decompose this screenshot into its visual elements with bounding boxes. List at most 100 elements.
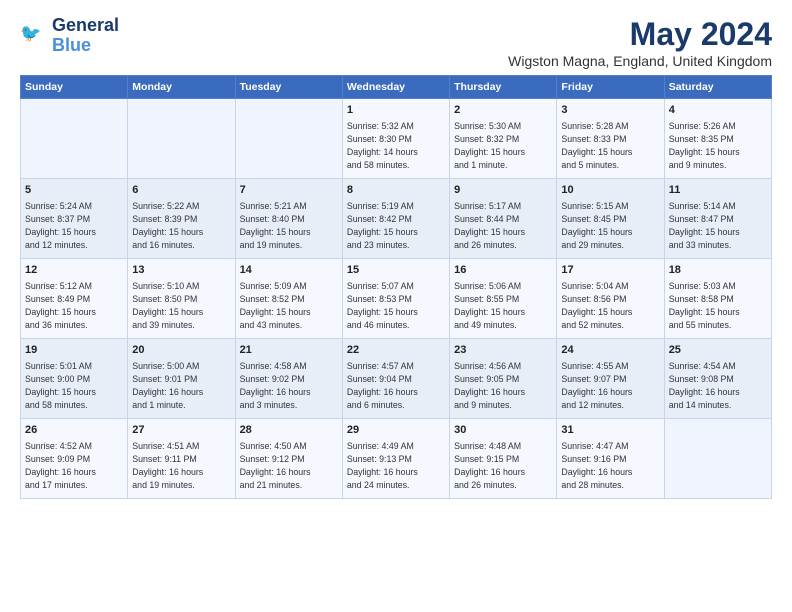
day-cell: [235, 99, 342, 179]
day-number: 23: [454, 343, 552, 358]
day-cell: 31 Sunrise: 4:47 AM Sunset: 9:16 PM Dayli…: [557, 419, 664, 499]
day-cell: 7 Sunrise: 5:21 AM Sunset: 8:40 PM Daylig…: [235, 179, 342, 259]
day-cell: 14Sunrise: 5:09 AM Sunset: 8:52 PM Dayli…: [235, 259, 342, 339]
day-cell: 17 Sunrise: 5:04 AM Sunset: 8:56 PM Dayli…: [557, 259, 664, 339]
col-friday: Friday: [557, 76, 664, 99]
header: 🐦 General Blue May 2024 Wigston Magna, E…: [20, 16, 772, 69]
day-cell: 4Sunrise: 5:26 AM Sunset: 8:35 PM Daylig…: [664, 99, 771, 179]
day-number: 12: [25, 263, 123, 278]
logo-bird-icon: 🐦: [20, 22, 48, 50]
week-row-2: 5Sunrise: 5:24 AM Sunset: 8:37 PM Daylig…: [21, 179, 772, 259]
day-info: Sunrise: 5:19 AM Sunset: 8:42 PM Dayligh…: [347, 200, 445, 251]
day-cell: [128, 99, 235, 179]
day-cell: [664, 419, 771, 499]
day-info: Sunrise: 5:00 AM Sunset: 9:01 PM Dayligh…: [132, 360, 230, 411]
day-number: 7: [240, 183, 338, 198]
col-monday: Monday: [128, 76, 235, 99]
col-tuesday: Tuesday: [235, 76, 342, 99]
day-info: Sunrise: 5:14 AM Sunset: 8:47 PM Dayligh…: [669, 200, 767, 251]
day-cell: 26 Sunrise: 4:52 AM Sunset: 9:09 PM Dayli…: [21, 419, 128, 499]
day-info: Sunrise: 4:51 AM Sunset: 9:11 PM Dayligh…: [132, 440, 230, 491]
logo-text: General Blue: [52, 16, 119, 56]
day-info: Sunrise: 5:04 AM Sunset: 8:56 PM Dayligh…: [561, 280, 659, 331]
col-sunday: Sunday: [21, 76, 128, 99]
day-info: Sunrise: 4:49 AM Sunset: 9:13 PM Dayligh…: [347, 440, 445, 491]
day-info: Sunrise: 5:12 AM Sunset: 8:49 PM Dayligh…: [25, 280, 123, 331]
week-row-4: 19 Sunrise: 5:01 AM Sunset: 9:00 PM Dayli…: [21, 339, 772, 419]
day-cell: 25Sunrise: 4:54 AM Sunset: 9:08 PM Dayli…: [664, 339, 771, 419]
day-number: 26: [25, 423, 123, 438]
day-info: Sunrise: 5:15 AM Sunset: 8:45 PM Dayligh…: [561, 200, 659, 251]
day-cell: 5Sunrise: 5:24 AM Sunset: 8:37 PM Daylig…: [21, 179, 128, 259]
day-info: Sunrise: 5:21 AM Sunset: 8:40 PM Dayligh…: [240, 200, 338, 251]
day-number: 24: [561, 343, 659, 358]
calendar-page: 🐦 General Blue May 2024 Wigston Magna, E…: [0, 0, 792, 612]
day-number: 16: [454, 263, 552, 278]
day-cell: 3 Sunrise: 5:28 AM Sunset: 8:33 PM Daylig…: [557, 99, 664, 179]
day-number: 15: [347, 263, 445, 278]
day-info: Sunrise: 5:30 AM Sunset: 8:32 PM Dayligh…: [454, 120, 552, 171]
day-number: 19: [25, 343, 123, 358]
day-cell: 6 Sunrise: 5:22 AM Sunset: 8:39 PM Daylig…: [128, 179, 235, 259]
day-cell: 10 Sunrise: 5:15 AM Sunset: 8:45 PM Dayli…: [557, 179, 664, 259]
main-title: May 2024: [508, 16, 772, 53]
day-info: Sunrise: 5:01 AM Sunset: 9:00 PM Dayligh…: [25, 360, 123, 411]
day-number: 27: [132, 423, 230, 438]
day-number: 3: [561, 103, 659, 118]
day-number: 31: [561, 423, 659, 438]
day-number: 18: [669, 263, 767, 278]
title-block: May 2024 Wigston Magna, England, United …: [508, 16, 772, 69]
subtitle: Wigston Magna, England, United Kingdom: [508, 53, 772, 69]
week-row-3: 12 Sunrise: 5:12 AM Sunset: 8:49 PM Dayli…: [21, 259, 772, 339]
day-number: 4: [669, 103, 767, 118]
day-number: 8: [347, 183, 445, 198]
week-row-1: 1 Sunrise: 5:32 AM Sunset: 8:30 PM Daylig…: [21, 99, 772, 179]
day-cell: 22Sunrise: 4:57 AM Sunset: 9:04 PM Dayli…: [342, 339, 449, 419]
day-info: Sunrise: 4:56 AM Sunset: 9:05 PM Dayligh…: [454, 360, 552, 411]
day-cell: 18Sunrise: 5:03 AM Sunset: 8:58 PM Dayli…: [664, 259, 771, 339]
day-info: Sunrise: 5:32 AM Sunset: 8:30 PM Dayligh…: [347, 120, 445, 171]
day-cell: [21, 99, 128, 179]
day-info: Sunrise: 5:17 AM Sunset: 8:44 PM Dayligh…: [454, 200, 552, 251]
day-cell: 29Sunrise: 4:49 AM Sunset: 9:13 PM Dayli…: [342, 419, 449, 499]
day-info: Sunrise: 4:58 AM Sunset: 9:02 PM Dayligh…: [240, 360, 338, 411]
day-info: Sunrise: 4:52 AM Sunset: 9:09 PM Dayligh…: [25, 440, 123, 491]
day-info: Sunrise: 5:22 AM Sunset: 8:39 PM Dayligh…: [132, 200, 230, 251]
day-number: 17: [561, 263, 659, 278]
calendar-table: Sunday Monday Tuesday Wednesday Thursday…: [20, 75, 772, 499]
day-info: Sunrise: 4:50 AM Sunset: 9:12 PM Dayligh…: [240, 440, 338, 491]
day-cell: 19 Sunrise: 5:01 AM Sunset: 9:00 PM Dayli…: [21, 339, 128, 419]
day-info: Sunrise: 5:09 AM Sunset: 8:52 PM Dayligh…: [240, 280, 338, 331]
day-number: 6: [132, 183, 230, 198]
day-cell: 24 Sunrise: 4:55 AM Sunset: 9:07 PM Dayli…: [557, 339, 664, 419]
day-number: 25: [669, 343, 767, 358]
day-info: Sunrise: 5:28 AM Sunset: 8:33 PM Dayligh…: [561, 120, 659, 171]
logo-line2: Blue: [52, 36, 119, 56]
day-cell: 11 Sunrise: 5:14 AM Sunset: 8:47 PM Dayli…: [664, 179, 771, 259]
day-number: 13: [132, 263, 230, 278]
day-cell: 23 Sunrise: 4:56 AM Sunset: 9:05 PM Dayli…: [450, 339, 557, 419]
day-number: 9: [454, 183, 552, 198]
day-cell: 20Sunrise: 5:00 AM Sunset: 9:01 PM Dayli…: [128, 339, 235, 419]
day-number: 22: [347, 343, 445, 358]
day-number: 30: [454, 423, 552, 438]
day-cell: 16 Sunrise: 5:06 AM Sunset: 8:55 PM Dayli…: [450, 259, 557, 339]
day-cell: 12 Sunrise: 5:12 AM Sunset: 8:49 PM Dayli…: [21, 259, 128, 339]
day-info: Sunrise: 4:55 AM Sunset: 9:07 PM Dayligh…: [561, 360, 659, 411]
logo-line1: General: [52, 16, 119, 36]
week-row-5: 26 Sunrise: 4:52 AM Sunset: 9:09 PM Dayli…: [21, 419, 772, 499]
day-cell: 8 Sunrise: 5:19 AM Sunset: 8:42 PM Daylig…: [342, 179, 449, 259]
day-cell: 30 Sunrise: 4:48 AM Sunset: 9:15 PM Dayli…: [450, 419, 557, 499]
col-wednesday: Wednesday: [342, 76, 449, 99]
day-number: 11: [669, 183, 767, 198]
logo: 🐦 General Blue: [20, 16, 119, 56]
day-info: Sunrise: 5:10 AM Sunset: 8:50 PM Dayligh…: [132, 280, 230, 331]
day-number: 1: [347, 103, 445, 118]
day-info: Sunrise: 5:06 AM Sunset: 8:55 PM Dayligh…: [454, 280, 552, 331]
day-info: Sunrise: 4:47 AM Sunset: 9:16 PM Dayligh…: [561, 440, 659, 491]
day-cell: 2Sunrise: 5:30 AM Sunset: 8:32 PM Daylig…: [450, 99, 557, 179]
day-number: 28: [240, 423, 338, 438]
day-info: Sunrise: 4:48 AM Sunset: 9:15 PM Dayligh…: [454, 440, 552, 491]
day-number: 10: [561, 183, 659, 198]
day-info: Sunrise: 5:07 AM Sunset: 8:53 PM Dayligh…: [347, 280, 445, 331]
